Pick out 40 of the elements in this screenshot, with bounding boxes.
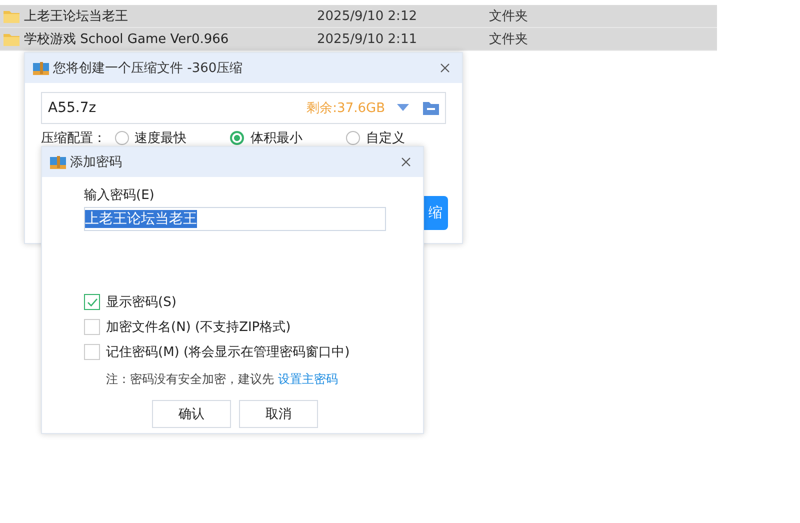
file-name: 上老王论坛当老王 (24, 8, 128, 25)
radio-label[interactable]: 自定义 (366, 129, 406, 147)
radio-button[interactable] (346, 131, 360, 145)
file-type: 文件夹 (489, 8, 528, 25)
master-password-link[interactable]: 设置主密码 (278, 372, 338, 386)
checkbox-label[interactable]: 记住密码(M) (将会显示在管理密码窗口中) (106, 343, 350, 361)
dialog-title: 添加密码 (70, 154, 123, 171)
output-path-field[interactable]: A55.7z 剩余:37.6GB (41, 92, 446, 124)
free-space: 剩余:37.6GB (306, 100, 385, 117)
dropdown-caret-icon[interactable] (397, 104, 409, 112)
dialog-title: 您将创建一个压缩文件 -360压缩 (53, 60, 244, 77)
file-date: 2025/9/10 2:11 (317, 32, 418, 46)
note-text: 注：密码没有安全加密，建议先 (106, 372, 274, 386)
file-row[interactable]: 学校游戏 School Game Ver0.966 2025/9/10 2:11 文件夹 (0, 28, 717, 51)
file-type: 文件夹 (489, 31, 528, 48)
close-icon[interactable] (401, 157, 411, 167)
dialog-button[interactable]: 确认 (152, 400, 231, 428)
folder-icon[interactable] (423, 101, 439, 115)
close-icon[interactable] (440, 63, 450, 73)
radio-label[interactable]: 速度最快 (134, 129, 187, 147)
folder-icon (3, 9, 20, 23)
checkbox[interactable] (84, 319, 100, 335)
checkbox-label[interactable]: 显示密码(S) (106, 293, 176, 311)
file-name: 学校游戏 School Game Ver0.966 (24, 31, 229, 48)
archive-icon (50, 154, 66, 170)
radio-label[interactable]: 体积最小 (250, 129, 302, 147)
file-date: 2025/9/10 2:12 (317, 8, 418, 24)
checkmark-icon (86, 298, 98, 306)
archive-icon (33, 60, 49, 76)
dialog-button[interactable]: 取消 (239, 400, 318, 428)
radio-button[interactable] (114, 131, 129, 145)
field-label: 输入密码(E) (84, 187, 156, 204)
folder-icon (3, 32, 20, 46)
radio-button[interactable] (230, 131, 244, 145)
password-field[interactable]: 上老王论坛当老王 (84, 207, 386, 231)
config-label: 压缩配置： (41, 130, 107, 147)
file-row[interactable]: 上老王论坛当老王 2025/9/10 2:12 文件夹 (0, 5, 717, 28)
checkbox[interactable] (84, 294, 100, 310)
checkbox[interactable] (84, 344, 100, 360)
checkbox-label[interactable]: 加密文件名(N) (不支持ZIP格式) (106, 318, 291, 336)
